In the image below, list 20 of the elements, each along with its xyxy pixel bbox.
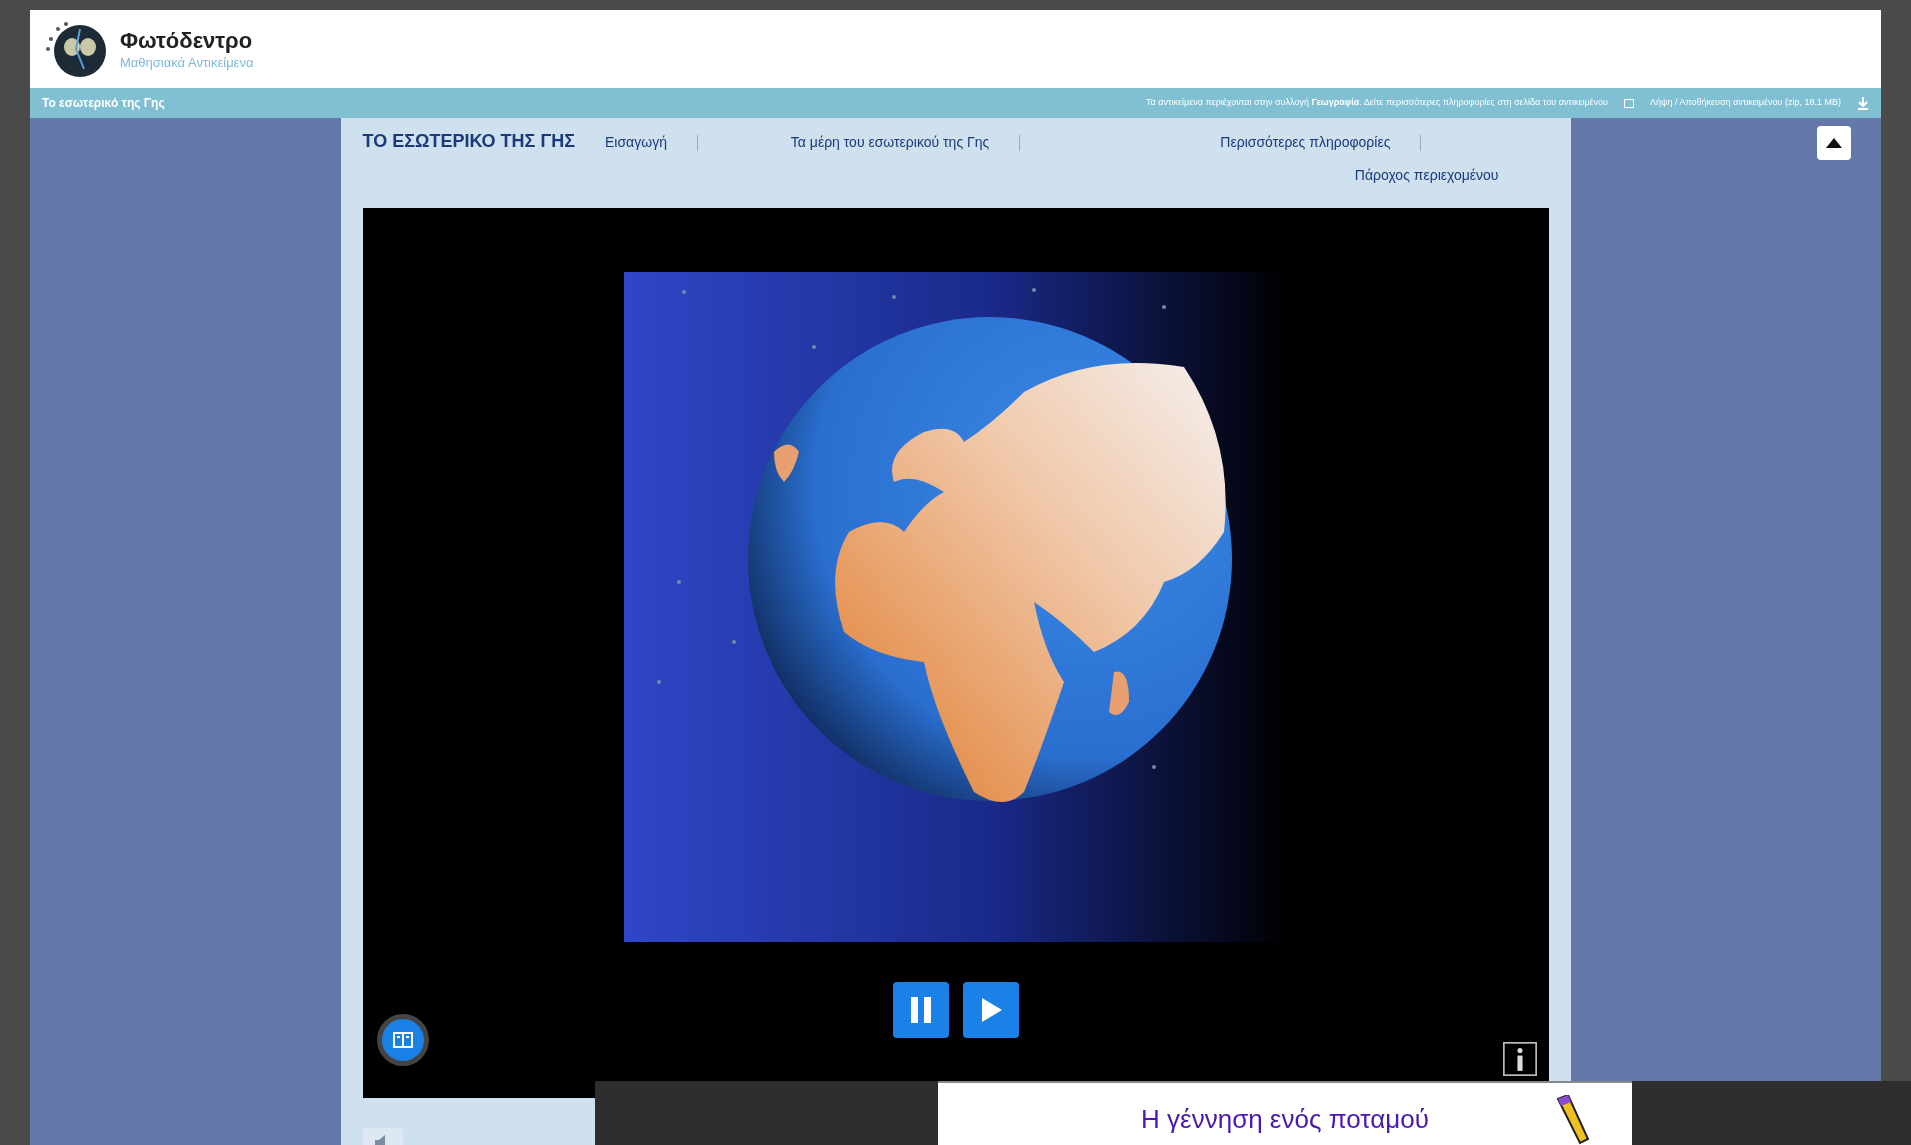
caret-up-icon	[1825, 137, 1843, 149]
collection-info-text: Τα αντικείμενα περιέχονται στην συλλογή Γεωγραφία. Δείτε περισσότερες πληροφορίες στη σελίδα του αντικειμένου	[1146, 96, 1609, 110]
nav-link[interactable]: Τα μέρη του εσωτερικού της Γης	[790, 132, 990, 153]
pause-button[interactable]	[892, 982, 949, 1038]
scroll-top-button[interactable]	[1817, 126, 1851, 160]
page-title: Το εσωτερικό της Γης	[42, 95, 165, 112]
pause-icon	[908, 997, 933, 1023]
related-card[interactable]: Η γέννηση ενός ποταμού	[938, 1081, 1632, 1145]
play-button[interactable]	[962, 982, 1019, 1038]
logo-subtitle: Μαθησιακά Αντικείμενα	[120, 54, 254, 71]
nav-link[interactable]: Εισαγωγή	[605, 132, 667, 153]
app-title: ΤΟ ΕΣΩΤΕΡΙΚΟ ΤΗΣ ΓΗΣ	[362, 130, 575, 153]
logo-title: Φωτόδεντρο	[120, 27, 254, 55]
info-icon[interactable]	[1502, 1042, 1537, 1076]
nav-link[interactable]: Πάροχος περιεχομένου	[1354, 165, 1499, 186]
nav-link[interactable]: Περισσότερες πληροφορίες	[1220, 132, 1391, 153]
related-title: Η γέννηση ενός ποταμού	[1141, 1103, 1429, 1136]
book-icon	[392, 1032, 413, 1048]
play-icon	[979, 998, 1002, 1022]
book-button[interactable]	[376, 1014, 429, 1066]
